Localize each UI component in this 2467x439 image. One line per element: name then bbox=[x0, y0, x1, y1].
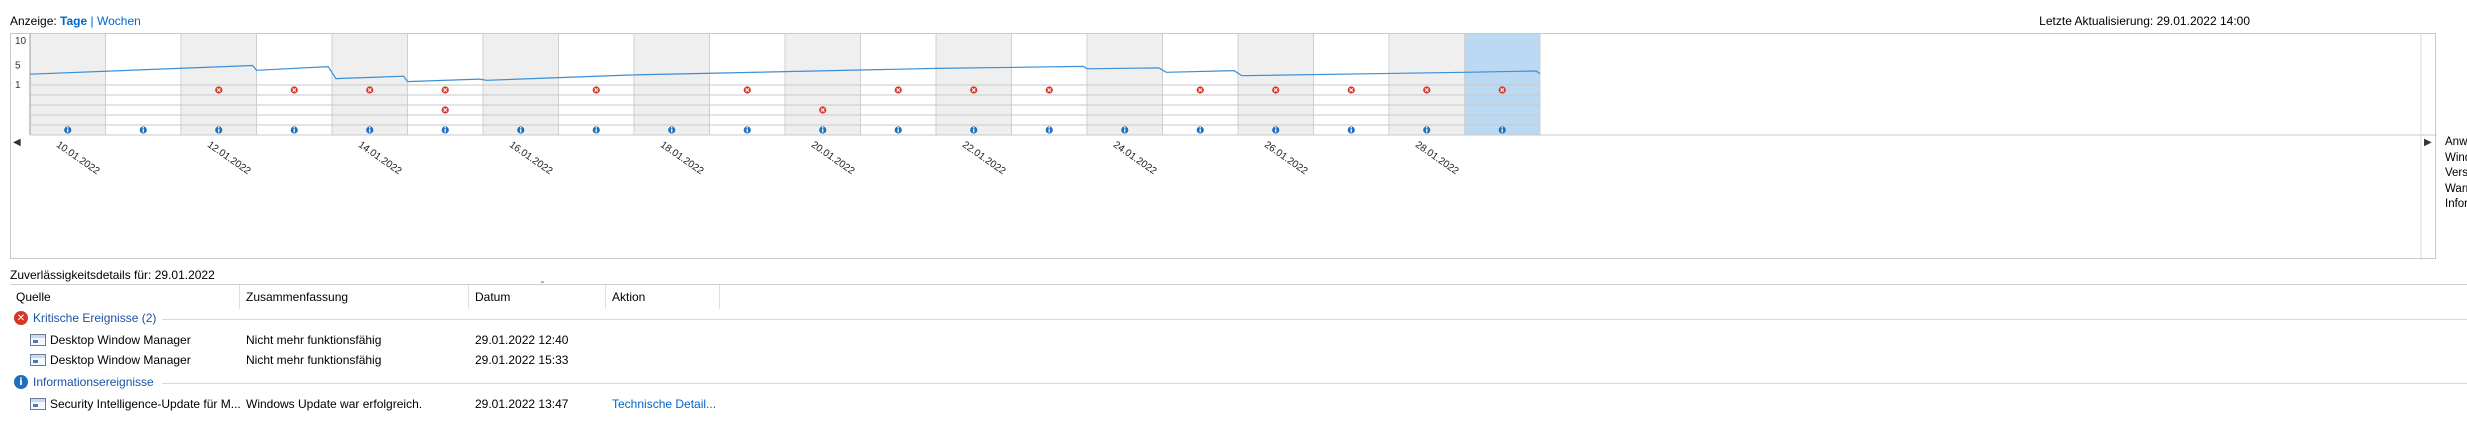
info-event-glyph: i bbox=[520, 127, 522, 135]
date-tick-label: 28.01.2022 bbox=[1413, 139, 1461, 177]
group-info-label: Informationsereignisse bbox=[33, 375, 154, 389]
date-tick-label: 22.01.2022 bbox=[960, 139, 1008, 177]
legend-windows-errors: Windows-Fehler bbox=[2445, 151, 2467, 164]
col-header-action[interactable]: Aktion bbox=[606, 285, 720, 309]
date-tick-label: 20.01.2022 bbox=[809, 139, 857, 177]
info-event-glyph: i bbox=[1275, 127, 1277, 135]
info-event-glyph: i bbox=[1124, 127, 1126, 135]
group-critical-line bbox=[162, 319, 2467, 320]
date-tick-label: 18.01.2022 bbox=[658, 139, 706, 177]
date-tick-label: 16.01.2022 bbox=[507, 139, 555, 177]
legend-info: Informationsereignisse bbox=[2445, 198, 2467, 210]
chart-svg: 10 5 1 i i i i i i i i i i i i i i i i i i i i 10.01.2022 12.01.… bbox=[15, 34, 2437, 260]
details-column-headers: Quelle Zusammenfassung Datum Aktion bbox=[10, 285, 720, 309]
info-event-glyph: i bbox=[1350, 127, 1352, 135]
view-toggle: Anzeige: Tage | Wochen bbox=[10, 14, 141, 28]
row-summary: Nicht mehr funktionsfähig bbox=[246, 332, 382, 347]
col-header-date[interactable]: Datum bbox=[469, 285, 606, 309]
info-event-glyph: i bbox=[897, 127, 899, 135]
table-row[interactable]: Security Intelligence-Update für M... Wi… bbox=[10, 394, 720, 413]
info-event-glyph: i bbox=[595, 127, 597, 135]
row-source: Desktop Window Manager bbox=[10, 333, 240, 347]
info-event-glyph: i bbox=[1501, 127, 1503, 135]
info-event-glyph: i bbox=[671, 127, 673, 135]
critical-icon: ✕ bbox=[14, 311, 28, 325]
view-weeks-link[interactable]: Wochen bbox=[97, 14, 141, 28]
info-event-glyph: i bbox=[746, 127, 748, 135]
info-event-glyph: i bbox=[1199, 127, 1201, 135]
scroll-left-icon[interactable]: ◀ bbox=[13, 137, 21, 148]
y-tick-label: 1 bbox=[15, 80, 21, 91]
info-event-glyph: i bbox=[822, 127, 824, 135]
y-tick-label: 10 bbox=[15, 36, 27, 47]
chart-legend: Anwendungsfehler Windows-Fehler Verschie… bbox=[2445, 135, 2467, 213]
group-critical-label: Kritische Ereignisse (2) bbox=[33, 311, 157, 325]
legend-app-errors: Anwendungsfehler bbox=[2445, 136, 2467, 148]
info-event-glyph: i bbox=[1426, 127, 1428, 135]
reliability-chart[interactable]: 10 5 1 i i i i i i i i i i i i i i i i i i i i 10.01.2022 12.01.… bbox=[10, 33, 2437, 260]
row-action[interactable]: Technische Detail... bbox=[606, 397, 720, 411]
table-row[interactable]: Desktop Window Manager Nicht mehr funkti… bbox=[10, 350, 720, 369]
row-date: 29.01.2022 12:40 bbox=[475, 332, 569, 347]
date-tick-label: 24.01.2022 bbox=[1111, 139, 1159, 177]
group-critical[interactable]: ✕ Kritische Ereignisse (2) bbox=[14, 311, 156, 325]
application-icon bbox=[30, 334, 46, 347]
legend-misc-errors: Verschiedene Fehler bbox=[2445, 167, 2467, 179]
col-header-summary[interactable]: Zusammenfassung bbox=[240, 285, 469, 309]
view-days-link[interactable]: Tage bbox=[60, 14, 87, 28]
legend-warnings: Warnungen bbox=[2445, 182, 2467, 195]
row-summary: Windows Update war erfolgreich. bbox=[246, 396, 423, 411]
info-event-glyph: i bbox=[142, 127, 144, 135]
info-event-glyph: i bbox=[218, 127, 220, 135]
group-info-line bbox=[162, 383, 2467, 384]
info-icon: i bbox=[14, 375, 28, 389]
info-event-glyph: i bbox=[293, 127, 295, 135]
row-summary: Nicht mehr funktionsfähig bbox=[246, 352, 382, 367]
row-date: 29.01.2022 13:47 bbox=[475, 396, 569, 411]
col-header-source[interactable]: Quelle bbox=[10, 285, 240, 309]
date-tick-label: 10.01.2022 bbox=[54, 139, 102, 177]
scroll-right-icon[interactable]: ▶ bbox=[2424, 137, 2432, 148]
date-tick-label: 26.01.2022 bbox=[1262, 139, 1310, 177]
table-row[interactable]: Desktop Window Manager Nicht mehr funkti… bbox=[10, 330, 720, 349]
details-title: Zuverlässigkeitsdetails für: 29.01.2022 bbox=[10, 268, 215, 282]
info-event-glyph: i bbox=[67, 127, 69, 135]
view-separator: | bbox=[90, 14, 94, 28]
y-tick-label: 5 bbox=[15, 60, 21, 71]
view-label: Anzeige: bbox=[10, 14, 57, 28]
date-tick-label: 12.01.2022 bbox=[205, 139, 253, 177]
row-source: Desktop Window Manager bbox=[10, 353, 240, 367]
application-icon bbox=[30, 398, 46, 411]
last-update-text: Letzte Aktualisierung: 29.01.2022 14:00 bbox=[2039, 14, 2250, 28]
group-info[interactable]: i Informationsereignisse bbox=[14, 375, 154, 389]
info-event-glyph: i bbox=[1048, 127, 1050, 135]
info-event-glyph: i bbox=[973, 127, 975, 135]
info-event-glyph: i bbox=[444, 127, 446, 135]
row-date: 29.01.2022 15:33 bbox=[475, 352, 569, 367]
date-tick-label: 14.01.2022 bbox=[356, 139, 404, 177]
info-event-glyph: i bbox=[369, 127, 371, 135]
row-source: Security Intelligence-Update für M... bbox=[10, 397, 240, 411]
application-icon bbox=[30, 354, 46, 367]
